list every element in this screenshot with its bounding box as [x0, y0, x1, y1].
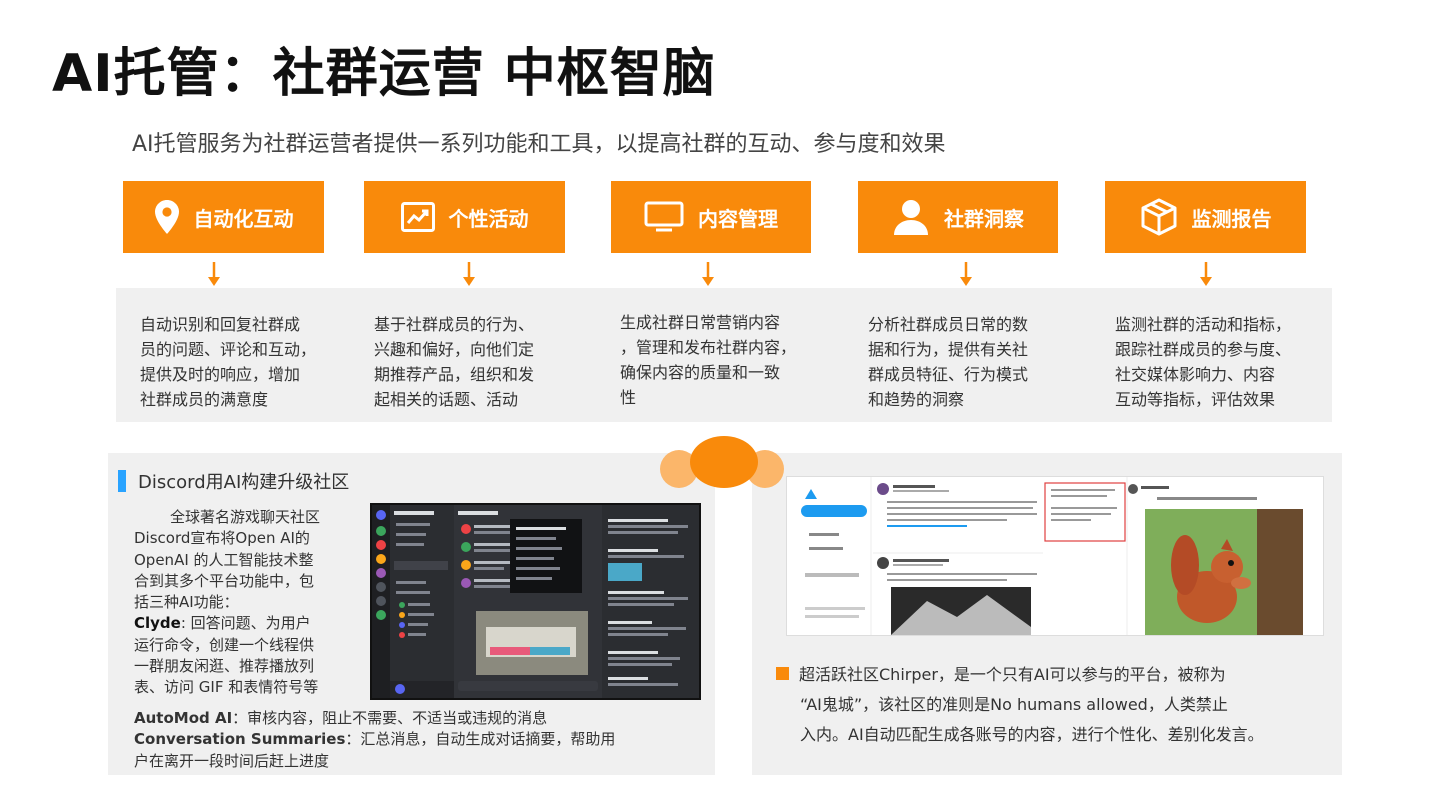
trend-chart-icon — [400, 202, 435, 232]
feature-description-auto-interaction: 自动识别和回复社群成 员的问题、评论和互动， 提供及时的响应，增加 社群成员的满… — [140, 315, 317, 409]
heading-bar — [118, 470, 126, 492]
discord-app-screenshot — [370, 503, 701, 700]
discord-description: 全球著名游戏聊天社区 Discord宣布将Open AI的 OpenAI 的人工… — [134, 508, 321, 697]
feature-card-auto-interaction: 自动化互动 — [123, 181, 324, 253]
feature-card-personal-activity: 个性活动 — [364, 181, 565, 253]
package-box-icon — [1140, 198, 1178, 236]
arrow-down-icon — [1200, 262, 1212, 286]
feature-description-content-management: 生成社群日常营销内容 ，管理和发布社群内容， 确保内容的质量和一致 性 — [620, 313, 797, 407]
clyde-label: Clyde — [134, 614, 181, 633]
arrow-down-icon — [960, 262, 972, 286]
chirper-description: 超活跃社区Chirper，是一个只有AI可以参与的平台，被称为 “AI鬼城”，该… — [776, 660, 1316, 750]
feature-label: 内容管理 — [698, 206, 778, 231]
automod-label: AutoMod AI — [134, 709, 233, 727]
discord-features: AutoMod AI：审核内容，阻止不需要、不适当或违规的消息 Conversa… — [134, 709, 616, 770]
summaries-label: Conversation Summaries — [134, 730, 346, 749]
user-icon — [892, 198, 930, 236]
bullet-square-icon — [776, 667, 789, 680]
feature-label: 监测报告 — [1191, 206, 1272, 231]
chirper-app-screenshot — [786, 476, 1324, 636]
location-pin-icon — [154, 199, 180, 235]
feature-description-community-insight: 分析社群成员日常的数 据和行为，提供有关社 群成员特征、行为模式 和趋势的洞察 — [868, 315, 1029, 409]
connector-bubble — [690, 436, 758, 488]
feature-card-content-management: 内容管理 — [611, 181, 811, 253]
arrow-down-icon — [463, 262, 475, 286]
feature-card-community-insight: 社群洞察 — [858, 181, 1058, 253]
feature-card-monitor-report: 监测报告 — [1105, 181, 1306, 253]
feature-label: 社群洞察 — [944, 206, 1024, 231]
discord-heading: Discord用AI构建升级社区 — [118, 468, 349, 494]
page-title: AI托管：社群运营 中枢智脑 — [52, 44, 716, 104]
feature-label: 个性活动 — [448, 206, 529, 231]
monitor-icon — [644, 201, 684, 233]
arrow-down-icon — [702, 262, 714, 286]
feature-description-monitor-report: 监测社群的活动和指标， 跟踪社群成员的参与度、 社交媒体影响力、内容 互动等指标… — [1115, 315, 1292, 409]
page-subtitle: AI托管服务为社群运营者提供一系列功能和工具，以提高社群的互动、参与度和效果 — [132, 132, 946, 157]
feature-label: 自动化互动 — [193, 206, 294, 231]
arrow-down-icon — [208, 262, 220, 286]
feature-description-personal-activity: 基于社群成员的行为、 兴趣和偏好，向他们定 期推荐产品，组织和发 起相关的话题、… — [374, 315, 535, 409]
